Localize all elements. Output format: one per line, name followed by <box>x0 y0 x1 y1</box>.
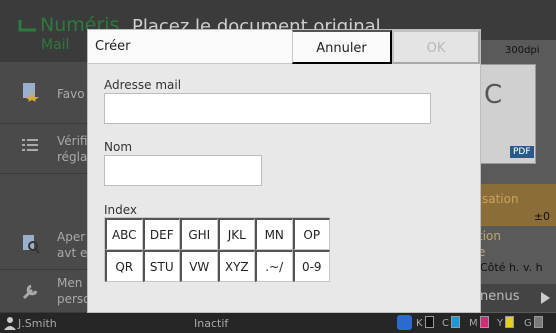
list-icon <box>22 139 38 151</box>
index-key-def[interactable]: DEF <box>142 218 180 250</box>
sidebar-item-label: Men perso <box>57 276 91 306</box>
triangle-right-icon <box>541 292 550 304</box>
sidebar-item-label: Favo <box>57 87 85 101</box>
index-key-op[interactable]: OP <box>292 218 330 250</box>
index-key-vw[interactable]: VW <box>180 250 218 282</box>
resolution-label: 300dpi <box>505 45 540 56</box>
sidebar-item-custom-menu[interactable]: Men perso <box>0 270 92 313</box>
sidebar-item-favorites[interactable]: Favo <box>0 62 92 124</box>
menus-button[interactable]: nenus <box>478 284 556 312</box>
index-key-qr[interactable]: QR <box>105 250 143 282</box>
index-key-digits[interactable]: 0-9 <box>292 250 330 282</box>
dialog-title: Créer <box>95 39 131 54</box>
user-name[interactable]: J.Smith <box>18 317 57 330</box>
create-dialog: Créer Annuler OK Adresse mail Nom Index … <box>88 30 480 312</box>
app-subtitle: Mail <box>41 37 70 53</box>
name-label: Nom <box>104 140 133 154</box>
density-value: ±0 <box>533 210 550 223</box>
ink-level-c: C <box>442 316 460 329</box>
status-bar: J.Smith Inactif K C M Y G <box>0 313 556 333</box>
ink-level-g: G <box>524 316 543 329</box>
index-key-abc[interactable]: ABC <box>105 218 143 250</box>
density-title: sation <box>482 192 519 206</box>
user-icon <box>4 317 16 330</box>
sidebar-item-preview[interactable]: Aper avt en <box>0 222 95 270</box>
sidebar-item-check-settings[interactable]: Vérifi réglag <box>0 124 95 174</box>
index-key-symbols[interactable]: .~/ <box>255 250 293 282</box>
direct-access-icon[interactable] <box>397 315 412 330</box>
back-arrow-icon[interactable] <box>16 18 38 32</box>
index-key-xyz[interactable]: XYZ <box>217 250 255 282</box>
ink-level-y: Y <box>497 316 515 329</box>
orientation-title: tion e <box>478 229 501 259</box>
preview-letter: C <box>484 80 503 110</box>
index-key-ghi[interactable]: GHI <box>180 218 218 250</box>
index-label: Index <box>104 203 138 217</box>
cancel-button[interactable]: Annuler <box>292 30 392 64</box>
favorite-doc-icon <box>23 83 39 102</box>
email-field[interactable] <box>104 93 431 124</box>
dialog-title-bar: Créer Annuler OK <box>88 30 480 64</box>
sidebar: Favo Vérifi réglag Aper avt en Men perso <box>0 62 95 313</box>
index-key-jkl[interactable]: JKL <box>217 218 255 250</box>
pdf-badge: PDF <box>510 146 534 158</box>
index-key-mn[interactable]: MN <box>255 218 293 250</box>
density-setting[interactable]: sation ±0 <box>478 184 556 226</box>
wrench-icon <box>22 284 38 300</box>
menus-label: nenus <box>480 289 520 304</box>
orientation-value: Côté h. v. h <box>480 261 543 274</box>
ink-level-m: M <box>469 316 489 329</box>
index-keypad: ABC DEF GHI JKL MN OP QR STU VW XYZ .~/ … <box>104 217 330 282</box>
machine-state: Inactif <box>194 317 229 330</box>
preview-magnifier-icon <box>23 235 40 254</box>
email-label: Adresse mail <box>104 78 182 92</box>
name-field[interactable] <box>104 155 262 186</box>
index-key-stu[interactable]: STU <box>142 250 180 282</box>
ok-button[interactable]: OK <box>392 30 480 64</box>
ink-level-k: K <box>416 316 434 329</box>
